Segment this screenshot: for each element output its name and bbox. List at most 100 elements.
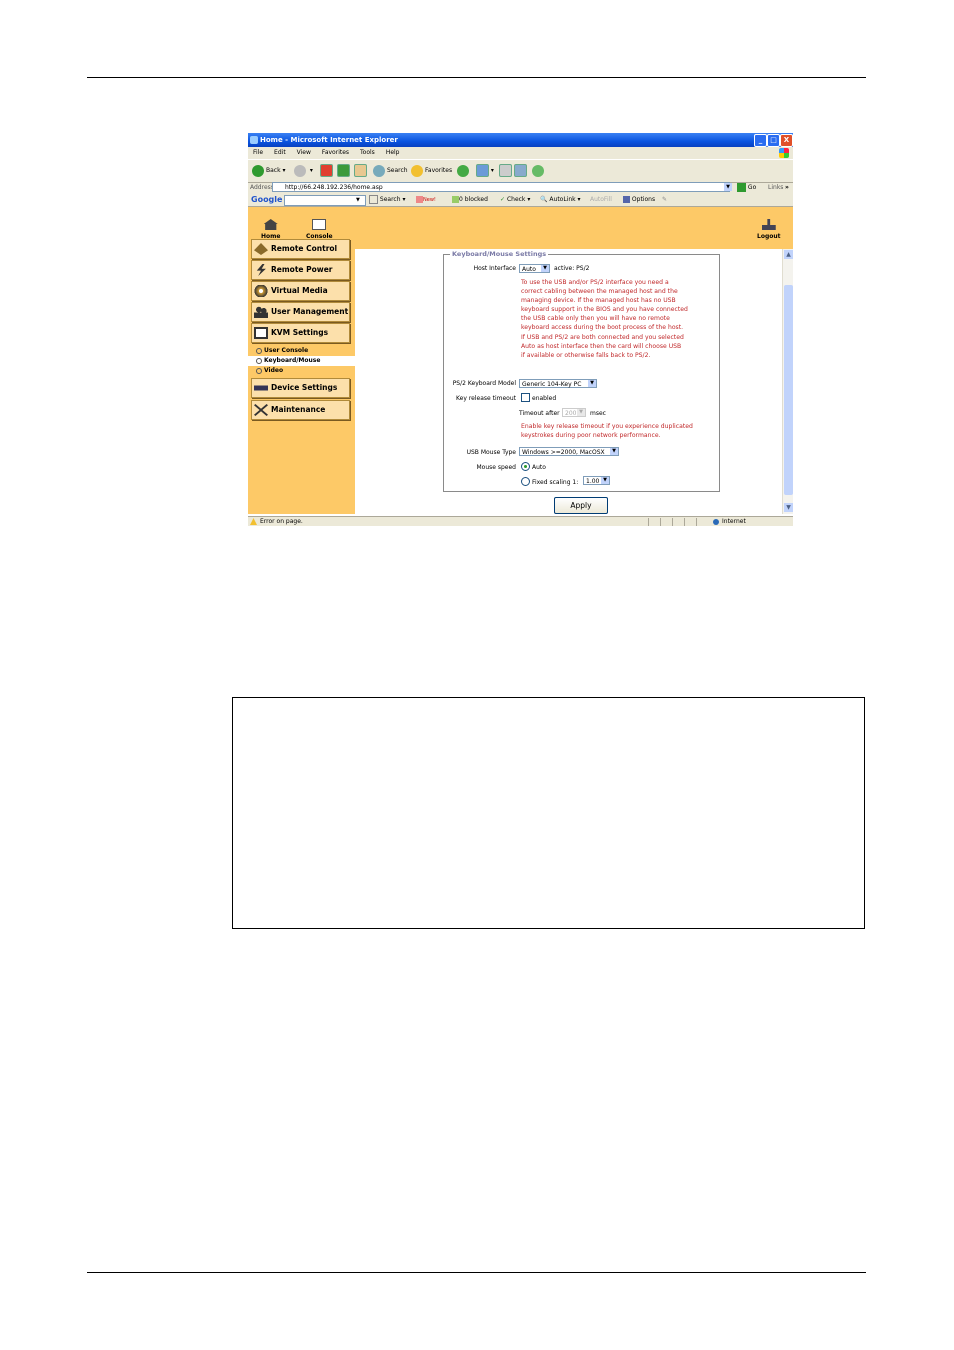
- favorites-toolbar-button[interactable]: Favorites: [411, 164, 452, 178]
- sidebar-subitem-keyboard-mouse[interactable]: Keyboard/Mouse: [248, 356, 355, 366]
- messenger-button[interactable]: [532, 164, 546, 178]
- minimize-button[interactable]: _: [754, 134, 767, 147]
- maximize-button[interactable]: □: [767, 134, 780, 147]
- search-toolbar-button[interactable]: Search: [373, 164, 408, 178]
- logout-nav-button[interactable]: Logout: [757, 219, 781, 240]
- tools-icon: [254, 404, 268, 416]
- home-toolbar-button[interactable]: [354, 164, 367, 178]
- chevron-down-icon: ▼: [588, 380, 596, 387]
- menu-favorites[interactable]: Favorites: [322, 149, 349, 156]
- address-input[interactable]: http://66.248.192.236/home.asp: [272, 182, 730, 192]
- host-interface-value: Auto: [522, 266, 536, 273]
- stop-icon: [320, 164, 333, 177]
- sidebar-item-virtual-media[interactable]: Virtual Media: [251, 281, 350, 301]
- refresh-button[interactable]: [337, 164, 350, 178]
- subitem-label: User Console: [264, 347, 309, 354]
- magnifier-icon: [373, 164, 385, 177]
- ps2-keyboard-model-select[interactable]: Generic 104-Key PC ▼: [519, 379, 597, 388]
- fixed-scaling-select[interactable]: 1.00 ▼: [583, 476, 610, 485]
- history-button[interactable]: [457, 164, 471, 178]
- ps2-keyboard-model-label: PS/2 Keyboard Model: [452, 380, 516, 387]
- sidebar-item-device-settings[interactable]: Device Settings: [251, 378, 350, 398]
- status-segment: [696, 518, 707, 526]
- options-icon: [623, 196, 630, 203]
- google-search-input[interactable]: [284, 195, 366, 206]
- home-nav-button[interactable]: Home: [261, 219, 280, 240]
- remote-control-icon: [254, 243, 268, 255]
- autofill-button[interactable]: AutoFill: [590, 194, 612, 206]
- sidebar-item-label: Maintenance: [271, 405, 326, 414]
- sidebar-item-label: Remote Control: [271, 244, 338, 253]
- keyboard-mouse-settings-fieldset: Keyboard/Mouse Settings Host Interface A…: [443, 250, 720, 492]
- vertical-scrollbar[interactable]: ▲ ▼: [782, 249, 793, 514]
- menu-tools[interactable]: Tools: [360, 149, 375, 156]
- ie-icon: [250, 136, 258, 144]
- mail-button[interactable]: ▾: [476, 164, 494, 178]
- standard-toolbar: Back ▾ ▾ Search Favorites ▾: [248, 159, 793, 183]
- check-label: Check: [506, 196, 526, 203]
- windows-logo-icon: [779, 148, 789, 158]
- chevron-right-icon[interactable]: »: [785, 181, 789, 194]
- status-bar: Error on page. Internet: [248, 516, 793, 526]
- timeout-select[interactable]: 200 ▼: [562, 408, 586, 417]
- usb-mouse-type-select[interactable]: Windows >=2000, MacOSX ▼: [519, 447, 619, 456]
- google-dropdown-icon[interactable]: ▼: [356, 194, 360, 206]
- pencil-icon[interactable]: ✎: [662, 194, 667, 206]
- status-segment: [684, 518, 695, 526]
- scroll-down-icon[interactable]: ▼: [784, 503, 793, 512]
- go-arrow-icon: [737, 183, 746, 192]
- mouse-speed-fixed-radio[interactable]: [521, 477, 530, 486]
- address-dropdown-icon[interactable]: ▼: [724, 183, 732, 191]
- forward-button[interactable]: ▾: [294, 164, 313, 178]
- subitem-label: Keyboard/Mouse: [264, 357, 321, 364]
- host-interface-select[interactable]: Auto ▼: [519, 264, 550, 273]
- menu-edit[interactable]: Edit: [274, 149, 286, 156]
- scroll-thumb[interactable]: [784, 285, 793, 495]
- apply-button[interactable]: Apply: [554, 497, 608, 514]
- menu-view[interactable]: View: [297, 149, 311, 156]
- google-search-button[interactable]: Search ▾: [369, 194, 405, 206]
- sidebar-item-remote-control[interactable]: Remote Control: [251, 239, 350, 259]
- note-box: [232, 697, 865, 929]
- house-icon: [263, 219, 278, 230]
- sidebar-item-kvm-settings[interactable]: KVM Settings: [251, 323, 350, 343]
- mail-icon: [476, 164, 489, 177]
- links-label[interactable]: Links: [768, 181, 783, 194]
- back-button[interactable]: Back ▾: [252, 164, 286, 178]
- new-badge[interactable]: New!: [416, 194, 436, 206]
- sidebar: Remote Control Remote Power Virtual Medi…: [248, 239, 355, 514]
- menu-file[interactable]: File: [253, 149, 263, 156]
- browser-screenshot: Home - Microsoft Internet Explorer _ □ X…: [248, 133, 793, 526]
- printer-icon: [499, 164, 512, 177]
- spell-check-button[interactable]: ✓ Check ▾: [500, 194, 530, 206]
- chevron-down-icon: ▼: [577, 409, 585, 416]
- sidebar-item-remote-power[interactable]: Remote Power: [251, 260, 350, 280]
- console-nav-button[interactable]: Console: [306, 219, 333, 240]
- zone-label: Internet: [722, 518, 746, 525]
- close-button[interactable]: X: [780, 134, 793, 147]
- options-button[interactable]: Options: [623, 194, 655, 206]
- sidebar-item-user-management[interactable]: User Management: [251, 302, 350, 322]
- print-button[interactable]: [499, 164, 512, 178]
- mouse-speed-auto-radio[interactable]: [521, 462, 530, 471]
- popup-blocked-button[interactable]: 0 blocked: [452, 194, 488, 206]
- key-release-enabled-checkbox[interactable]: [521, 393, 530, 402]
- google-logo[interactable]: Google: [251, 194, 282, 206]
- sidebar-item-maintenance[interactable]: Maintenance: [251, 400, 350, 420]
- go-button[interactable]: Go: [737, 181, 756, 194]
- scroll-up-icon[interactable]: ▲: [784, 250, 793, 259]
- address-label: Address: [250, 184, 274, 191]
- disc-icon: [254, 285, 268, 297]
- autolink-button[interactable]: 🔍 AutoLink ▾: [540, 194, 581, 206]
- fixed-scaling-value: 1.00: [586, 478, 600, 485]
- window-title: Home - Microsoft Internet Explorer: [260, 136, 398, 144]
- stop-button[interactable]: [320, 164, 333, 178]
- go-label: Go: [747, 184, 757, 191]
- sidebar-subitem-user-console[interactable]: User Console: [248, 346, 355, 356]
- sidebar-subitem-video[interactable]: Video: [248, 366, 355, 376]
- menu-help[interactable]: Help: [386, 149, 400, 156]
- computer-icon: [254, 327, 268, 339]
- new-label: New!: [423, 197, 436, 203]
- edit-button[interactable]: [514, 164, 527, 178]
- abc-check-icon: ✓: [500, 196, 506, 203]
